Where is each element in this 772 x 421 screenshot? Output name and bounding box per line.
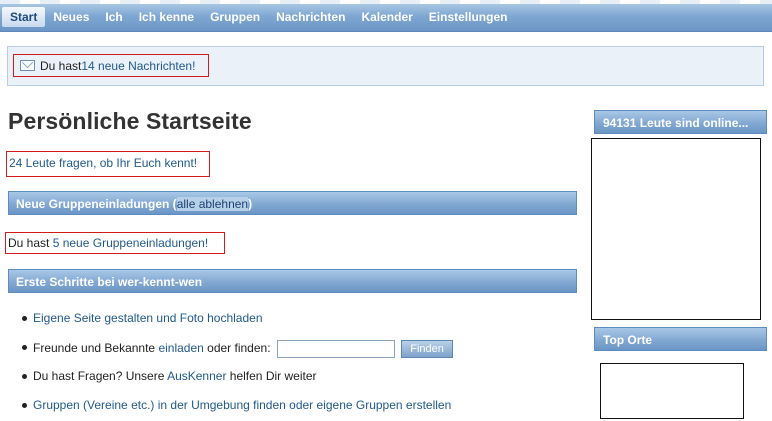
help-text-suffix: helfen Dir weiter [226, 369, 317, 383]
invite-link[interactable]: einladen [158, 341, 203, 355]
top-navigation: Start Neues Ich Ich kenne Gruppen Nachri… [0, 0, 772, 32]
list-item: Freunde und Bekannte einladen oder finde… [22, 340, 453, 369]
group-invites-header: Neue Gruppeneinladungen (alle ablehnen) [8, 191, 577, 215]
nav-item-einstellungen[interactable]: Einstellungen [421, 7, 516, 27]
find-button[interactable]: Finden [401, 340, 453, 358]
customize-page-link[interactable]: Eigene Seite gestalten und Foto hochlade… [33, 311, 263, 325]
auskenner-link[interactable]: AusKenner [167, 369, 226, 383]
envelope-icon [20, 60, 35, 71]
nav-item-ich-kenne[interactable]: Ich kenne [131, 7, 202, 27]
top-places-header: Top Orte [594, 327, 767, 351]
group-invites-link[interactable]: 5 neue Gruppeneinladungen! [53, 236, 208, 250]
first-steps-header: Erste Schritte bei wer-kennt-wen [8, 269, 577, 293]
page-title: Persönliche Startseite [8, 108, 252, 134]
nav-item-ich[interactable]: Ich [97, 7, 130, 27]
message-notification-bar: Du hast 14 neue Nachrichten! [7, 46, 764, 86]
find-friends-input[interactable] [276, 340, 395, 358]
messages-prefix: Du hast [40, 58, 82, 73]
new-messages-notice: Du hast 14 neue Nachrichten! [13, 54, 209, 77]
help-text-prefix: Du hast Fragen? Unsere [33, 369, 168, 383]
first-steps-list: Eigene Seite gestalten und Foto hochlade… [22, 311, 453, 421]
nav-decor-strip [0, 0, 772, 4]
online-users-panel [591, 138, 761, 320]
decline-all-link[interactable]: alle ablehnen [176, 197, 249, 211]
invite-text-suffix: oder finden: [203, 341, 271, 356]
list-item: Eigene Seite gestalten und Foto hochlade… [22, 311, 453, 340]
top-places-panel [600, 363, 744, 419]
group-invites-title-close: ) [248, 197, 253, 211]
nav-item-gruppen[interactable]: Gruppen [202, 7, 268, 27]
group-invites-prefix: Du hast [8, 236, 53, 250]
find-groups-link[interactable]: Gruppen (Vereine etc.) in der Umgebung f… [33, 398, 451, 412]
people-question-notice: 24 Leute fragen, ob Ihr Euch kennt! [6, 151, 210, 177]
new-messages-link[interactable]: 14 neue Nachrichten! [81, 59, 195, 73]
people-question-link[interactable]: 24 Leute fragen, ob Ihr Euch kennt! [9, 156, 197, 170]
nav-item-start[interactable]: Start [2, 7, 46, 27]
online-users-header: 94131 Leute sind online... [594, 110, 767, 134]
nav-item-kalender[interactable]: Kalender [353, 7, 420, 27]
group-invites-notice: Du hast 5 neue Gruppeneinladungen! [5, 232, 225, 254]
invite-text-prefix: Freunde und Bekannte [33, 341, 159, 356]
list-item: Gruppen (Vereine etc.) in der Umgebung f… [22, 398, 453, 421]
nav-item-neues[interactable]: Neues [45, 7, 97, 27]
group-invites-title: Neue Gruppeneinladungen ( [16, 197, 177, 211]
list-item: Du hast Fragen? Unsere AusKenner helfen … [22, 369, 453, 398]
nav-item-nachrichten[interactable]: Nachrichten [268, 7, 353, 27]
nav-menu: Start Neues Ich Ich kenne Gruppen Nachri… [2, 7, 515, 27]
